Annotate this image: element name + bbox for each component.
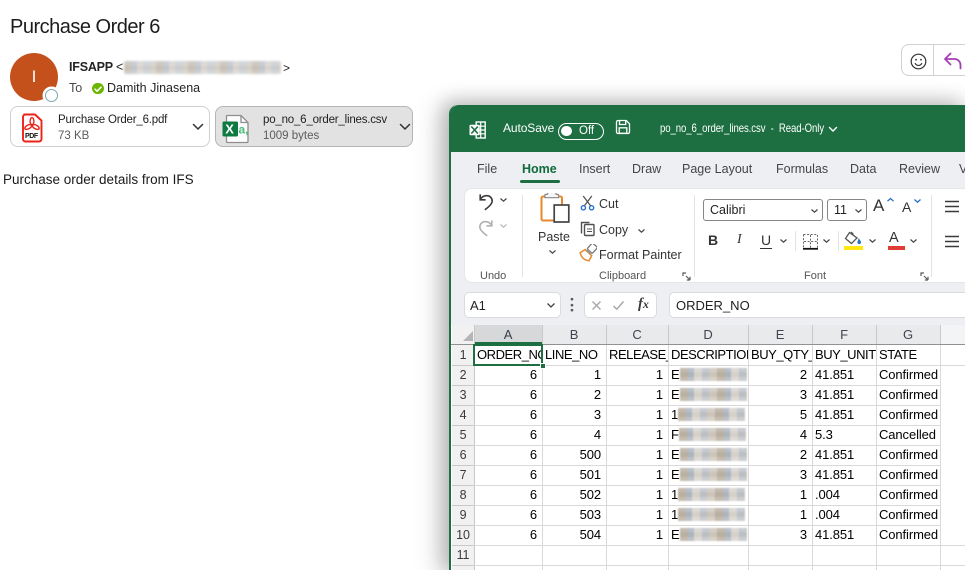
svg-text:a,: a, [239, 122, 249, 136]
svg-text:X: X [225, 121, 234, 136]
svg-text:PDF: PDF [25, 133, 39, 140]
